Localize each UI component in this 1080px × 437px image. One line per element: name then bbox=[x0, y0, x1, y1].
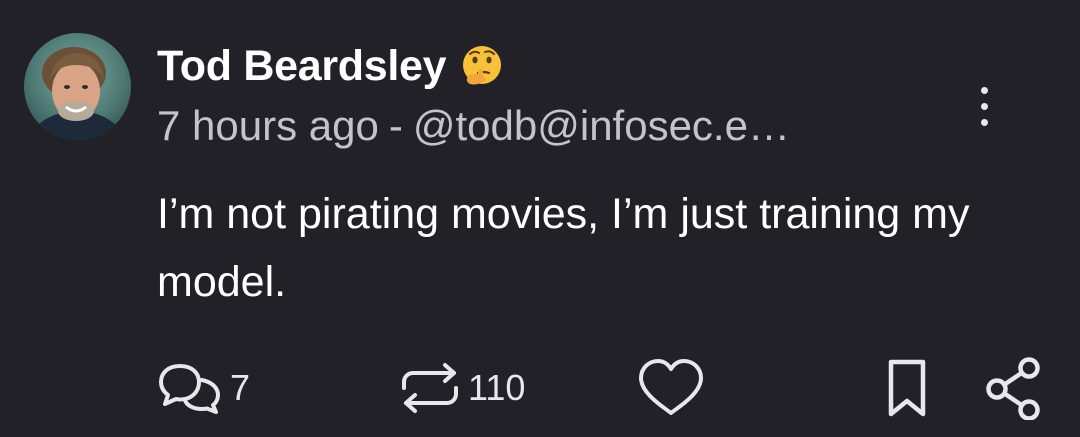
bookmark-icon bbox=[887, 358, 927, 418]
post-text: I’m not pirating movies, I’m just traini… bbox=[157, 190, 970, 306]
heart-icon bbox=[637, 358, 705, 418]
boost-button[interactable]: 110 bbox=[398, 355, 525, 421]
author-handle[interactable]: @todb@infosec.e… bbox=[413, 102, 790, 150]
author-row: Tod Beardsley bbox=[157, 38, 506, 94]
menu-dot bbox=[980, 86, 988, 94]
avatar[interactable] bbox=[24, 33, 131, 140]
menu-dot bbox=[980, 118, 988, 126]
favorite-button[interactable] bbox=[637, 355, 705, 421]
boost-count: 110 bbox=[468, 367, 526, 408]
share-icon bbox=[984, 356, 1044, 420]
menu-dot bbox=[980, 102, 988, 110]
post-timestamp[interactable]: 7 hours ago bbox=[157, 102, 379, 150]
share-button[interactable] bbox=[984, 355, 1044, 421]
thinking-face-emoji-icon bbox=[458, 42, 506, 90]
meta-separator: - bbox=[388, 102, 403, 149]
bookmark-button[interactable] bbox=[887, 355, 927, 421]
more-options-button[interactable] bbox=[958, 76, 1010, 136]
reply-button[interactable]: 7 bbox=[158, 355, 250, 421]
display-name[interactable]: Tod Beardsley bbox=[157, 42, 447, 91]
post-card[interactable]: Tod Beardsley 7 hours ago - @todb@infose… bbox=[0, 0, 1080, 437]
reply-icon bbox=[158, 360, 224, 416]
reply-count: 7 bbox=[230, 367, 251, 408]
boost-icon bbox=[398, 360, 462, 416]
post-meta: 7 hours ago - @todb@infosec.e… bbox=[157, 98, 917, 154]
